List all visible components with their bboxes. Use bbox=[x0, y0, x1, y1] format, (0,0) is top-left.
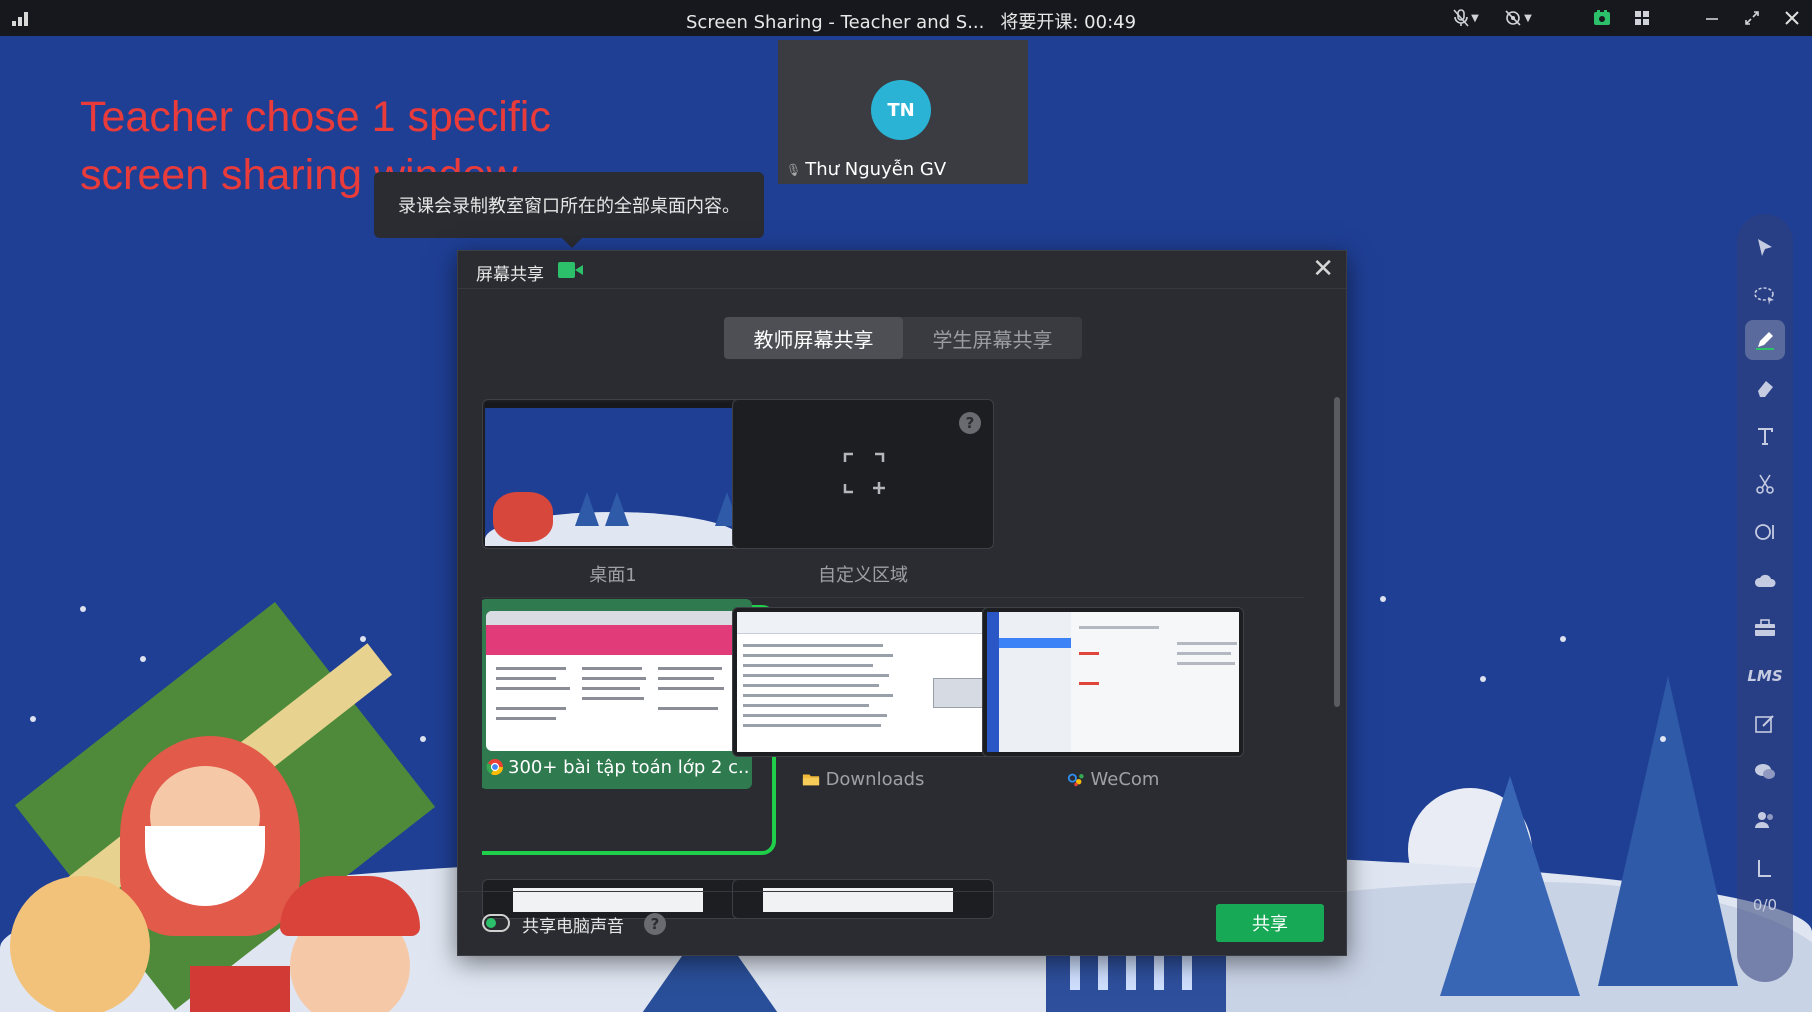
snowflake bbox=[30, 716, 36, 722]
snowflake bbox=[1660, 736, 1666, 742]
edit-note-icon[interactable] bbox=[1745, 704, 1785, 744]
card-label: 自定义区域 bbox=[818, 565, 908, 586]
tab-teacher-share[interactable]: 教师屏幕共享 bbox=[724, 317, 903, 359]
share-button[interactable]: 共享 bbox=[1216, 904, 1324, 942]
window-title-text: Screen Sharing - Teacher and S... bbox=[686, 12, 985, 33]
tree-decoration bbox=[1598, 676, 1738, 986]
eraser-tool-icon[interactable] bbox=[1745, 368, 1785, 408]
teacher-video-tile[interactable]: TN 🎙 Thư Nguyễn GV bbox=[778, 40, 1028, 184]
annotation-line-1: Teacher chose 1 specific bbox=[80, 93, 551, 141]
snowflake bbox=[140, 656, 146, 662]
restore-icon[interactable] bbox=[1732, 0, 1772, 36]
snowflake bbox=[1560, 636, 1566, 642]
lms-button[interactable]: LMS bbox=[1745, 656, 1785, 696]
card-label: WeCom bbox=[982, 769, 1244, 790]
close-icon[interactable]: ✕ bbox=[1312, 255, 1334, 283]
camera-off-icon[interactable]: ▼ bbox=[1498, 0, 1538, 36]
snowflake bbox=[1480, 676, 1486, 682]
card-label: 300+ bài tập toán lớp 2 c... bbox=[486, 757, 748, 778]
microphone-icon: 🎙 bbox=[786, 162, 802, 177]
help-icon[interactable]: ? bbox=[644, 913, 666, 935]
page-icon[interactable] bbox=[1745, 848, 1785, 888]
divider bbox=[482, 597, 1304, 598]
scissors-tool-icon[interactable] bbox=[1745, 464, 1785, 504]
titlebar-controls: ▼ ▼ bbox=[1446, 0, 1812, 36]
dialog-footer: 共享电脑声音 ? 共享 bbox=[458, 891, 1346, 955]
dialog-title: 屏幕共享 bbox=[476, 265, 544, 285]
participants-icon[interactable] bbox=[1745, 800, 1785, 840]
chrome-icon bbox=[486, 759, 504, 776]
recording-tooltip: 录课会录制教室窗口所在的全部桌面内容。 bbox=[374, 172, 764, 248]
wecom-thumbnail bbox=[982, 607, 1244, 757]
grid-scrollbar[interactable] bbox=[1334, 397, 1340, 707]
child-hat-illustration bbox=[280, 876, 420, 936]
microphone-muted-icon[interactable]: ▼ bbox=[1446, 0, 1486, 36]
chrome-window-title: 300+ bài tập toán lớp 2 c... bbox=[508, 757, 748, 778]
wecom-title: WeCom bbox=[1090, 769, 1160, 790]
participant-name: 🎙 Thư Nguyễn GV bbox=[786, 159, 946, 180]
card-label: 桌面1 bbox=[589, 565, 637, 586]
help-icon[interactable]: ? bbox=[959, 412, 981, 434]
snowflake bbox=[80, 606, 86, 612]
downloads-title: Downloads bbox=[825, 769, 925, 790]
video-camera-icon bbox=[558, 262, 584, 278]
close-window-icon[interactable] bbox=[1772, 0, 1812, 36]
avatar: TN bbox=[871, 80, 931, 140]
share-audio-label: 共享电脑声音 bbox=[522, 917, 624, 937]
folder-icon bbox=[802, 774, 819, 786]
pointer-tool-icon[interactable] bbox=[1745, 228, 1785, 268]
window-title: Screen Sharing - Teacher and S... 将要开课: 0… bbox=[686, 8, 1136, 34]
lasso-select-icon[interactable] bbox=[1745, 276, 1785, 316]
share-mode-tabs: 教师屏幕共享 学生屏幕共享 bbox=[724, 317, 1082, 359]
lms-label: LMS bbox=[1747, 667, 1783, 685]
wecom-icon bbox=[1067, 773, 1084, 787]
layout-grid-icon[interactable] bbox=[1622, 0, 1662, 36]
tooltip-text: 录课会录制教室窗口所在的全部桌面内容。 bbox=[398, 196, 740, 217]
tree-decoration bbox=[1440, 776, 1580, 996]
minimize-icon[interactable] bbox=[1692, 0, 1732, 36]
share-source-grid: 桌面1 ? 自定义区域 300+ bài tập toán lớp 2 c...… bbox=[482, 399, 1304, 919]
title-bar: Screen Sharing - Teacher and S... 将要开课: 0… bbox=[0, 0, 1812, 36]
dialog-header: 屏幕共享 ✕ bbox=[458, 251, 1346, 289]
snowflake bbox=[1380, 596, 1386, 602]
crop-region-icon bbox=[843, 452, 885, 494]
recording-indicator-icon[interactable] bbox=[1582, 0, 1622, 36]
present-illustration bbox=[190, 966, 290, 1012]
snowflake bbox=[360, 636, 366, 642]
toolbox-icon[interactable] bbox=[1745, 608, 1785, 648]
class-countdown: 将要开课: 00:49 bbox=[1000, 12, 1137, 33]
pen-tool-icon[interactable] bbox=[1745, 320, 1785, 360]
text-tool-icon[interactable] bbox=[1745, 416, 1785, 456]
snowflake bbox=[420, 736, 426, 742]
tab-student-share[interactable]: 学生屏幕共享 bbox=[903, 317, 1082, 359]
signal-strength-icon bbox=[12, 10, 30, 26]
custom-region-thumbnail: ? bbox=[732, 399, 994, 549]
page-counter: 0/0 bbox=[1752, 896, 1778, 914]
whiteboard-toolbar: LMS 0/0 bbox=[1737, 214, 1793, 982]
child-illustration bbox=[10, 876, 150, 1012]
chrome-window-thumbnail bbox=[486, 611, 740, 751]
chat-icon[interactable] bbox=[1745, 752, 1785, 792]
participant-name-text: Thư Nguyễn GV bbox=[805, 159, 947, 180]
screen-share-dialog: 屏幕共享 ✕ 教师屏幕共享 学生屏幕共享 桌面1 ? 自定义区域 300+ bà… bbox=[457, 250, 1347, 956]
desktop-thumbnail bbox=[482, 399, 744, 549]
card-label: Downloads bbox=[732, 769, 994, 790]
shape-tool-icon[interactable] bbox=[1745, 512, 1785, 552]
downloads-thumbnail bbox=[732, 607, 994, 757]
cloud-drive-icon[interactable] bbox=[1745, 560, 1785, 600]
share-audio-toggle[interactable] bbox=[482, 914, 510, 932]
